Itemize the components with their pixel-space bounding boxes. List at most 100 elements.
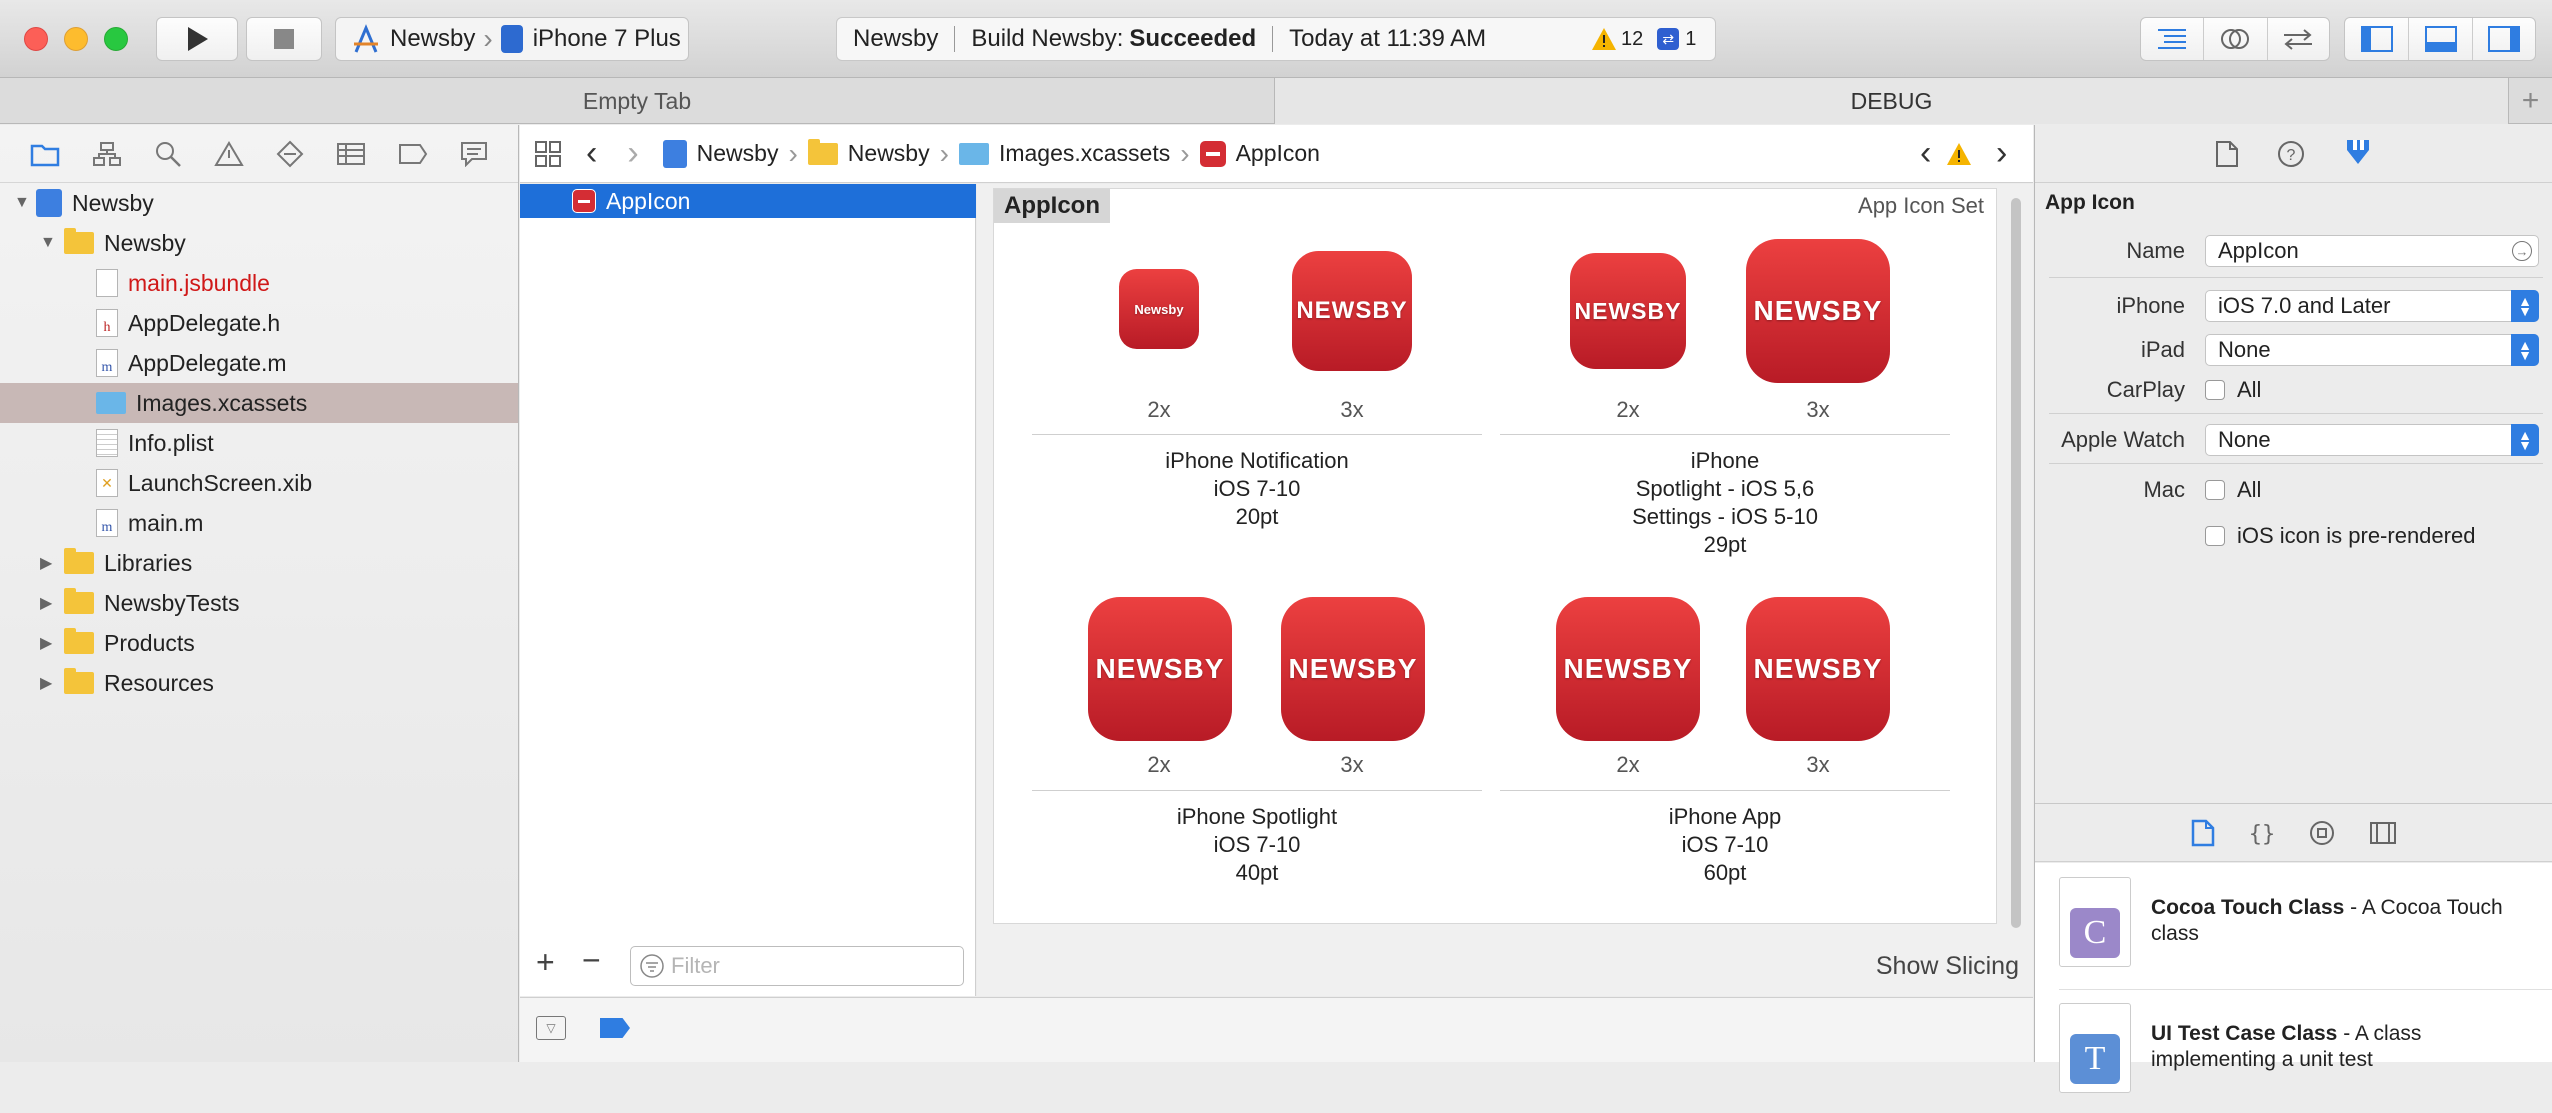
warnings-indicator[interactable]: 12 ⇄ 1 bbox=[1591, 27, 1696, 51]
show-slicing-button[interactable]: Show Slicing bbox=[1876, 952, 2019, 981]
tree-item-file[interactable]: ✕ LaunchScreen.xib bbox=[0, 463, 518, 503]
zoom-window-button[interactable] bbox=[104, 27, 128, 51]
scale-label: 2x bbox=[1616, 397, 1640, 422]
icon-slot-settings-2x[interactable]: NEWSBY bbox=[1570, 253, 1686, 369]
test-diamond-icon[interactable] bbox=[276, 140, 304, 168]
icon-group-label: iPhone App iOS 7-10 60pt bbox=[1668, 804, 1782, 885]
prerendered-checkbox[interactable] bbox=[2205, 526, 2225, 546]
icon-slot-notification-2x[interactable]: Newsby bbox=[1119, 269, 1199, 349]
icon-group-label: iPhone Spotlight - iOS 5,6 Settings - iOS … bbox=[1632, 448, 1818, 557]
file-inspector-icon[interactable] bbox=[2215, 140, 2239, 168]
tree-item-group[interactable]: ▶ Products bbox=[0, 623, 518, 663]
reveal-arrow-icon[interactable]: → bbox=[2512, 241, 2532, 261]
file-template-icon[interactable] bbox=[2191, 819, 2215, 847]
vertical-scrollbar[interactable] bbox=[2011, 198, 2021, 928]
template-ui-test-case-class[interactable]: T UI Test Case Class - A class implement… bbox=[2059, 1003, 2552, 1113]
icon-set-title: AppIcon bbox=[994, 189, 1110, 223]
warning-triangle-icon[interactable] bbox=[214, 140, 244, 167]
mac-checkbox[interactable] bbox=[2205, 480, 2225, 500]
debug-list-icon[interactable] bbox=[336, 142, 366, 166]
tree-item-group[interactable]: ▶ NewsbyTests bbox=[0, 583, 518, 623]
toggle-inspector-button[interactable] bbox=[2473, 18, 2535, 60]
library-selector-bar: {} bbox=[2035, 804, 2552, 862]
scale-label: 3x bbox=[1340, 752, 1364, 777]
stop-button[interactable] bbox=[246, 17, 322, 61]
disclosure-closed-icon: ▶ bbox=[40, 635, 53, 652]
run-button[interactable] bbox=[156, 17, 238, 61]
icon-slot-app-2x[interactable]: NEWSBY bbox=[1556, 597, 1700, 741]
icon-slot-notification-3x[interactable]: NEWSBY bbox=[1292, 251, 1412, 371]
interlocking-rings-icon bbox=[2221, 29, 2250, 49]
asset-row-appicon[interactable]: AppIcon bbox=[520, 184, 976, 218]
icon-slot-spotlight-2x[interactable]: NEWSBY bbox=[1088, 597, 1232, 741]
tree-item-file-selected[interactable]: Images.xcassets bbox=[0, 383, 518, 423]
standard-editor-button[interactable] bbox=[2141, 18, 2205, 60]
assistant-editor-button[interactable] bbox=[2204, 18, 2268, 60]
hide-debug-area-icon[interactable]: ▽ bbox=[536, 1016, 566, 1040]
folder-icon[interactable] bbox=[30, 141, 60, 167]
toggle-debug-area-button[interactable] bbox=[2409, 18, 2473, 60]
version-editor-button[interactable] bbox=[2268, 18, 2329, 60]
breadcrumb-project[interactable]: Newsby bbox=[697, 140, 779, 167]
code-snippet-icon[interactable]: {} bbox=[2249, 820, 2275, 846]
tree-item-project[interactable]: ▼ Newsby bbox=[0, 183, 518, 223]
add-asset-button[interactable]: + bbox=[536, 944, 555, 981]
warning-icon[interactable] bbox=[1946, 142, 1972, 166]
folder-icon bbox=[64, 228, 94, 254]
tree-item-file[interactable]: main.jsbundle bbox=[0, 263, 518, 303]
related-items-grid-icon[interactable] bbox=[534, 140, 562, 168]
tree-item-group[interactable]: ▶ Resources bbox=[0, 663, 518, 703]
left-panel-icon bbox=[2360, 26, 2393, 52]
minimize-window-button[interactable] bbox=[64, 27, 88, 51]
ipad-popup[interactable]: None ▲ ▼ bbox=[2205, 334, 2539, 366]
tree-item-file[interactable]: m AppDelegate.m bbox=[0, 343, 518, 383]
tab-empty[interactable]: Empty Tab bbox=[0, 78, 1275, 124]
tree-item-file[interactable]: Info.plist bbox=[0, 423, 518, 463]
tree-item-label: Images.xcassets bbox=[136, 389, 308, 416]
breadcrumb-appicon[interactable]: AppIcon bbox=[1236, 140, 1320, 167]
breadcrumb-group[interactable]: Newsby bbox=[848, 140, 930, 167]
help-icon[interactable]: ? bbox=[2277, 140, 2305, 168]
icon-slot-settings-3x[interactable]: NEWSBY bbox=[1746, 239, 1890, 383]
breakpoint-icon[interactable] bbox=[398, 143, 428, 165]
tab-debug[interactable]: DEBUG bbox=[1275, 78, 2508, 124]
new-tab-button[interactable]: + bbox=[2508, 78, 2552, 124]
folder-icon bbox=[64, 668, 94, 694]
breakpoints-toggle-icon[interactable] bbox=[600, 1018, 630, 1038]
tree-item-group[interactable]: ▼ Newsby bbox=[0, 223, 518, 263]
project-navigator: ▼ Newsby ▼ Newsby main.jsbundle h AppDel… bbox=[0, 125, 519, 1062]
folder-icon bbox=[807, 138, 838, 165]
inspector-selector-bar: ? bbox=[2035, 125, 2552, 183]
activity-viewer: Newsby Build Newsby: Succeeded Today at … bbox=[836, 17, 1716, 61]
template-cocoa-touch-class[interactable]: C Cocoa Touch Class - A Cocoa Touch clas… bbox=[2059, 877, 2552, 987]
icon-slot-spotlight-3x[interactable]: NEWSBY bbox=[1281, 597, 1425, 741]
breadcrumb-asset-catalog[interactable]: Images.xcassets bbox=[999, 140, 1170, 167]
icon-slot-app-3x[interactable]: NEWSBY bbox=[1746, 597, 1890, 741]
name-field[interactable]: AppIcon → bbox=[2205, 235, 2539, 267]
forward-arrow-icon[interactable]: › bbox=[627, 134, 638, 173]
attributes-inspector-icon[interactable] bbox=[2343, 138, 2373, 170]
remove-asset-button[interactable]: − bbox=[582, 942, 601, 979]
object-library-icon[interactable] bbox=[2309, 820, 2335, 846]
toggle-navigator-button[interactable] bbox=[2345, 18, 2409, 60]
popup-arrows-icon: ▲ ▼ bbox=[2511, 424, 2539, 456]
tree-item-group[interactable]: ▶ Libraries bbox=[0, 543, 518, 583]
tree-item-file[interactable]: h AppDelegate.h bbox=[0, 303, 518, 343]
tree-item-label: main.m bbox=[128, 509, 204, 536]
scheme-selector[interactable]: Newsby › iPhone 7 Plus bbox=[335, 17, 689, 61]
iphone-popup[interactable]: iOS 7.0 and Later ▲ ▼ bbox=[2205, 290, 2539, 322]
previous-issue-icon[interactable]: ‹ bbox=[1920, 134, 1931, 173]
back-arrow-icon[interactable]: ‹ bbox=[586, 134, 597, 173]
filter-field[interactable]: Filter bbox=[630, 946, 964, 986]
next-issue-icon[interactable]: › bbox=[1996, 134, 2007, 173]
watch-popup[interactable]: None ▲ ▼ bbox=[2205, 424, 2539, 456]
tree-item-label: Libraries bbox=[104, 549, 193, 576]
tab-label: DEBUG bbox=[1850, 87, 1933, 114]
close-window-button[interactable] bbox=[24, 27, 48, 51]
hierarchy-icon[interactable] bbox=[92, 141, 122, 167]
carplay-checkbox[interactable] bbox=[2205, 380, 2225, 400]
tree-item-file[interactable]: m main.m bbox=[0, 503, 518, 543]
media-library-icon[interactable] bbox=[2369, 821, 2397, 845]
report-bubble-icon[interactable] bbox=[460, 141, 488, 167]
search-icon[interactable] bbox=[154, 140, 182, 168]
